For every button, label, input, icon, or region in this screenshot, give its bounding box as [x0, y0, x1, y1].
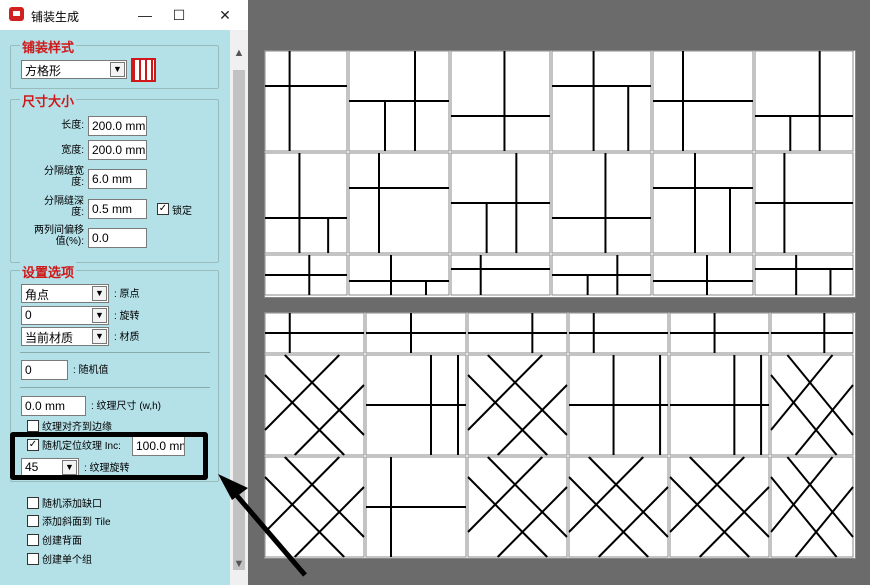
random-notch-label: 随机添加缺口 — [42, 499, 102, 510]
texture-size-label: : 纹理尺寸 (w,h) — [91, 401, 162, 412]
gap-width-input[interactable]: 6.0 mm — [88, 169, 147, 189]
origin-label: : 原点 — [114, 289, 140, 300]
paving-dialog: 铺装生成 — ☐ ✕ 铺装样式 方格形 ▼ 尺寸大小 长度: 200.0 mm 宽… — [0, 0, 248, 585]
texture-size-input[interactable]: 0.0 mm — [21, 396, 86, 416]
material-select-value: 当前材质 — [25, 331, 74, 345]
chevron-down-icon[interactable]: ▼ — [110, 62, 125, 77]
sketchup-app-icon — [9, 7, 24, 21]
gap-depth-label: 分隔缝深度: — [44, 196, 84, 218]
width-label: 宽度: — [61, 145, 84, 156]
scroll-up-icon[interactable]: ▲ — [230, 44, 248, 62]
chevron-down-icon[interactable]: ▼ — [92, 329, 107, 344]
length-label: 长度: — [61, 120, 84, 131]
minimize-button[interactable]: — — [134, 4, 156, 26]
size-group-title: 尺寸大小 — [20, 91, 77, 110]
offset-label: 两列间偏移值(%): — [34, 225, 84, 247]
back-face-checkbox[interactable] — [27, 534, 39, 546]
gap-depth-input[interactable]: 0.5 mm — [88, 199, 147, 219]
single-group-checkbox[interactable] — [27, 553, 39, 565]
single-group-label: 创建单个组 — [42, 555, 92, 566]
align-texture-checkbox[interactable] — [27, 420, 39, 432]
options-group-title: 设置选项 — [20, 262, 77, 281]
origin-select-value: 角点 — [25, 288, 50, 302]
scroll-thumb[interactable] — [233, 70, 245, 570]
rotation-select-value: 0 — [25, 308, 32, 322]
material-label: : 材质 — [114, 332, 140, 343]
highlight-box — [10, 432, 208, 480]
square-tiles-grid — [264, 50, 856, 298]
rotation-label: : 旋转 — [114, 311, 140, 322]
chevron-down-icon[interactable]: ▼ — [92, 286, 107, 301]
title-bar: 铺装生成 — ☐ ✕ — [0, 0, 248, 30]
origin-select[interactable]: 角点 ▼ — [21, 284, 109, 303]
chevron-down-icon[interactable]: ▼ — [92, 308, 107, 323]
pattern-select-value: 方格形 — [25, 64, 62, 78]
settings-panel: 铺装样式 方格形 ▼ 尺寸大小 长度: 200.0 mm 宽度: 200.0 mm… — [0, 30, 230, 585]
maximize-button[interactable]: ☐ — [168, 4, 190, 26]
random-label: : 随机值 — [73, 365, 109, 376]
width-input[interactable]: 200.0 mm — [88, 140, 147, 160]
scrollbar[interactable]: ▲ ▼ — [230, 30, 248, 585]
bevel-checkbox[interactable] — [27, 515, 39, 527]
back-face-label: 创建背面 — [42, 536, 82, 547]
divider — [20, 387, 210, 388]
lock-label: 锁定 — [172, 206, 192, 217]
scroll-down-icon[interactable]: ▼ — [230, 555, 248, 573]
random-notch-checkbox[interactable] — [27, 497, 39, 509]
gap-width-label: 分隔缝宽度: — [44, 166, 84, 188]
length-input[interactable]: 200.0 mm — [88, 116, 147, 136]
random-input[interactable]: 0 — [21, 360, 68, 380]
tile-pattern-icon[interactable] — [131, 58, 156, 82]
pattern-select[interactable]: 方格形 ▼ — [21, 60, 127, 79]
bevel-label: 添加斜面到 Tile — [42, 517, 111, 528]
rotated-tiles-grid — [264, 312, 856, 559]
offset-input[interactable]: 0.0 — [88, 228, 147, 248]
style-group-title: 铺装样式 — [20, 37, 77, 56]
divider — [20, 352, 210, 353]
material-select[interactable]: 当前材质 ▼ — [21, 327, 109, 346]
lock-checkbox[interactable]: ✓ — [157, 203, 169, 215]
rotation-select[interactable]: 0 ▼ — [21, 306, 109, 325]
window-title: 铺装生成 — [31, 10, 80, 24]
close-button[interactable]: ✕ — [214, 4, 236, 26]
